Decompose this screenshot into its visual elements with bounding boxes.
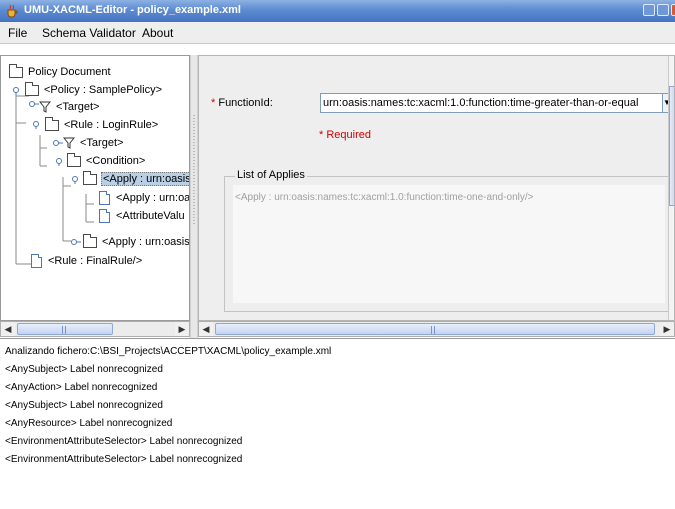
element-editor: * FunctionId: urn:oasis:names:tc:xacml:1…	[198, 55, 675, 321]
editor-horizontal-scrollbar[interactable]: ◀ ▶	[198, 321, 675, 337]
tree-node-label: <AttributeValu	[116, 210, 185, 222]
log-line: Analizando fichero:C:\BSI_Projects\ACCEP…	[5, 346, 332, 357]
tree-node-target[interactable]: <Target>	[39, 98, 100, 116]
function-id-label-text: FunctionId:	[218, 97, 273, 109]
tree-node-apply-child[interactable]: <Apply : urn:oa	[99, 189, 190, 207]
expanded-toggle-icon[interactable]	[70, 174, 82, 184]
document-icon	[99, 209, 110, 223]
window-titlebar[interactable]: UMU-XACML-Editor - policy_example.xml	[0, 0, 675, 22]
tree-node-label: <Target>	[56, 101, 100, 113]
tree-node-policy[interactable]: <Policy : SamplePolicy>	[25, 81, 163, 99]
log-line: <AnyResource> Label nonrecognized	[5, 418, 173, 429]
coffee-cup-icon	[7, 4, 18, 18]
log-line: <EnvironmentAttributeSelector> Label non…	[5, 436, 243, 447]
grip-icon	[62, 326, 68, 334]
scrollbar-thumb[interactable]	[215, 323, 655, 335]
collapsed-toggle-icon[interactable]	[71, 237, 83, 247]
log-line: <EnvironmentAttributeSelector> Label non…	[5, 454, 243, 465]
menu-about[interactable]: About	[142, 26, 173, 40]
required-indicator: * Required	[319, 129, 371, 141]
scroll-right-icon[interactable]: ▶	[660, 322, 674, 336]
applies-list[interactable]: <Apply : urn:oasis:names:tc:xacml:1.0:fu…	[233, 185, 665, 303]
tree-node-policy-document[interactable]: Policy Document	[9, 63, 112, 81]
tree-node-label: <Apply : urn:oa	[116, 192, 190, 204]
tree-node-label: <Condition>	[86, 155, 146, 167]
split-pane-divider[interactable]	[190, 55, 198, 338]
policy-tree[interactable]: Policy Document <Policy : SamplePolicy> …	[0, 55, 190, 321]
editor-vertical-scrollbar[interactable]	[668, 56, 674, 320]
required-star: *	[211, 97, 216, 109]
menu-schema-validator[interactable]: Schema Validator	[42, 26, 136, 40]
folder-icon	[83, 233, 97, 248]
document-icon	[99, 191, 110, 205]
tree-node-rule-final[interactable]: <Rule : FinalRule/>	[31, 252, 143, 270]
folder-icon	[83, 170, 97, 185]
tree-node-rule-login[interactable]: <Rule : LoginRule>	[45, 116, 159, 134]
tree-node-label: <Target>	[80, 137, 124, 149]
minimize-icon[interactable]	[643, 4, 655, 16]
menu-bar: File Schema Validator About	[0, 22, 675, 44]
function-id-value: urn:oasis:names:tc:xacml:1.0:function:ti…	[323, 97, 639, 109]
tree-node-label: <Policy : SamplePolicy>	[44, 84, 162, 96]
document-icon	[31, 254, 42, 268]
tree-node-label: <Rule : FinalRule/>	[48, 255, 143, 267]
folder-icon	[9, 63, 23, 78]
tree-node-apply[interactable]: <Apply : urn:oasis	[83, 233, 190, 251]
folder-icon	[67, 152, 81, 167]
tree-node-condition[interactable]: <Condition>	[67, 152, 146, 170]
scrollbar-thumb[interactable]	[17, 323, 113, 335]
list-of-applies-group: List of Applies <Apply : urn:oasis:names…	[224, 169, 669, 312]
log-line: <AnySubject> Label nonrecognized	[5, 400, 163, 411]
window-title: UMU-XACML-Editor - policy_example.xml	[24, 4, 241, 16]
scroll-left-icon[interactable]: ◀	[199, 322, 213, 336]
funnel-icon	[39, 101, 51, 113]
funnel-icon	[63, 137, 75, 149]
tree-node-target[interactable]: <Target>	[63, 134, 124, 152]
folder-icon	[45, 116, 59, 131]
tree-horizontal-scrollbar[interactable]: ◀ ▶	[0, 321, 190, 337]
scroll-left-icon[interactable]: ◀	[1, 322, 15, 336]
folder-icon	[25, 81, 39, 96]
grip-icon	[431, 326, 437, 334]
tree-node-label: <Rule : LoginRule>	[64, 119, 159, 131]
tree-node-label: <Apply : urn:oasis	[101, 172, 189, 186]
function-id-select[interactable]: urn:oasis:names:tc:xacml:1.0:function:ti…	[320, 93, 672, 113]
scroll-right-icon[interactable]: ▶	[175, 322, 189, 336]
scrollbar-thumb[interactable]	[669, 86, 674, 206]
expanded-toggle-icon[interactable]	[31, 119, 43, 129]
menu-file[interactable]: File	[8, 26, 27, 40]
maximize-icon[interactable]	[657, 4, 669, 16]
tree-node-attribute-value[interactable]: <AttributeValu	[99, 207, 186, 225]
log-line: <AnyAction> Label nonrecognized	[5, 382, 158, 393]
function-id-label: * FunctionId:	[211, 97, 273, 109]
log-output[interactable]: Analizando fichero:C:\BSI_Projects\ACCEP…	[0, 338, 675, 509]
tree-node-label: <Apply : urn:oasis	[102, 236, 190, 248]
expanded-toggle-icon[interactable]	[11, 85, 23, 95]
list-item[interactable]: <Apply : urn:oasis:names:tc:xacml:1.0:fu…	[235, 192, 533, 203]
log-line: <AnySubject> Label nonrecognized	[5, 364, 163, 375]
list-of-applies-legend: List of Applies	[235, 169, 307, 181]
close-icon[interactable]	[671, 4, 675, 16]
tree-node-label: Policy Document	[28, 66, 111, 78]
expanded-toggle-icon[interactable]	[54, 156, 66, 166]
tree-node-apply-selected[interactable]: <Apply : urn:oasis	[83, 170, 189, 188]
